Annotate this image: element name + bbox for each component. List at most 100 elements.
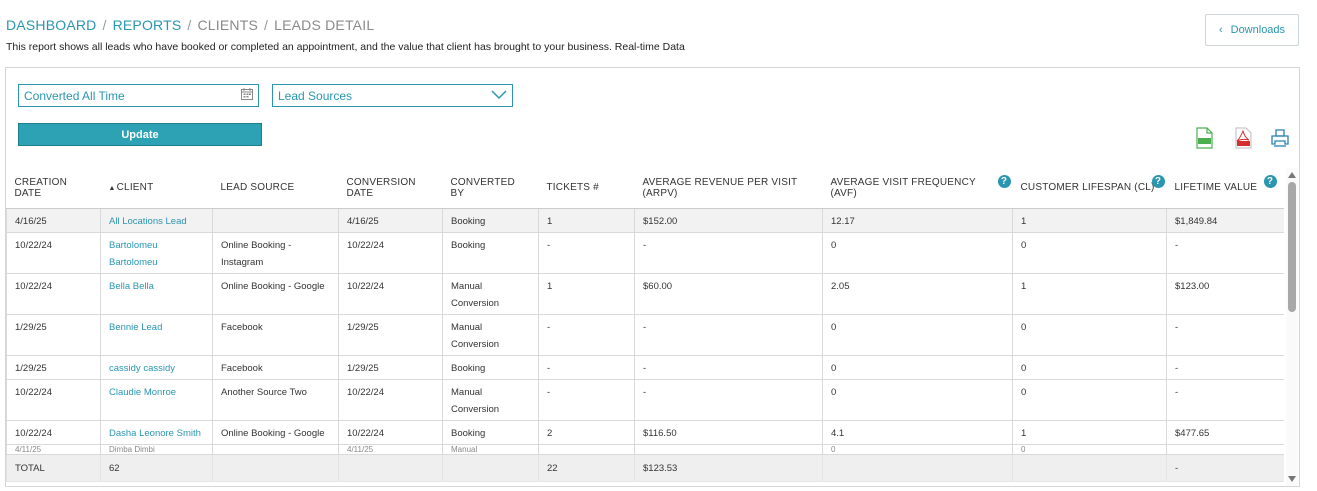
lead-source-cell: Online Booking - Google [212,420,339,445]
client-link[interactable]: Dasha Leonore Smith [100,420,213,445]
breadcrumb: DASHBOARD / REPORTS / CLIENTS / LEADS DETAIL [6,17,374,33]
client-link[interactable]: Dimba Dimbi [100,444,213,455]
cl-cell: 1 [1012,273,1167,315]
lead-source-cell: Facebook [212,314,339,356]
tickets-cell [538,444,635,455]
tickets-cell: 2 [538,420,635,445]
table-row: 4/11/25 Dimba Dimbi 4/11/25 Manual 0 0 [6,444,1284,455]
help-icon[interactable]: ? [1263,175,1277,188]
column-header-lead-source[interactable]: LEAD SOURCE [212,167,339,209]
scrollbar-thumb[interactable] [1288,182,1296,312]
conversion-date-cell: 10/22/24 [338,420,443,445]
creation-date-cell: 1/29/25 [6,355,101,380]
breadcrumb-clients[interactable]: CLIENTS [198,17,259,33]
tickets-cell: - [538,379,635,421]
cl-cell: 0 [1012,379,1167,421]
column-header-conversion-date[interactable]: CONVERSION DATE [338,167,443,209]
creation-date-cell: 10/22/24 [6,232,101,274]
date-range-value: Converted All Time [24,88,125,103]
avf-cell: 0 [822,314,1013,356]
tickets-cell: 1 [538,273,635,315]
column-header-converted-by[interactable]: CONVERTED BY [442,167,539,209]
table-row: 10/22/24 Bartolomeu Bartolomeu Online Bo… [6,232,1284,274]
client-link[interactable]: All Locations Lead [100,208,213,233]
lead-source-cell: Another Source Two [212,379,339,421]
lead-source-cell [212,208,339,233]
arpv-cell: - [634,379,823,421]
breadcrumb-dashboard[interactable]: DASHBOARD [6,17,96,33]
breadcrumb-separator: / [187,17,192,33]
client-link[interactable]: Bartolomeu Bartolomeu [100,232,213,274]
chevron-down-icon [491,88,507,103]
chevron-left-icon: ‹ [1218,24,1223,36]
arpv-cell: - [634,314,823,356]
print-icon[interactable] [1270,127,1290,149]
ltv-cell: $1,849.84 [1166,208,1284,233]
lead-source-cell: Online Booking - Google [212,273,339,315]
sort-up-icon: ▲ [108,185,116,192]
table-row: 4/16/25 All Locations Lead 4/16/25 Booki… [6,208,1284,233]
conversion-date-cell: 10/22/24 [338,232,443,274]
breadcrumb-separator: / [264,17,269,33]
cl-cell: 1 [1012,420,1167,445]
update-button[interactable]: Update [18,123,262,146]
column-header-avf[interactable]: AVERAGE VISIT FREQUENCY (AVF)? [822,167,1013,209]
arpv-cell: - [634,355,823,380]
tickets-cell: - [538,355,635,380]
conversion-date-cell: 4/16/25 [338,208,443,233]
help-icon[interactable]: ? [1151,175,1165,188]
converted-by-cell: Booking [442,232,539,274]
creation-date-cell: 10/22/24 [6,379,101,421]
table-scrollbar[interactable] [1286,168,1298,486]
table-row: 10/22/24 Claudie Monroe Another Source T… [6,379,1284,421]
column-header-ltv[interactable]: LIFETIME VALUE? [1166,167,1284,209]
avf-cell: 2.05 [822,273,1013,315]
table-row: 10/22/24 Bella Bella Online Booking - Go… [6,273,1284,315]
client-link[interactable]: Bella Bella [100,273,213,315]
arpv-cell: $116.50 [634,420,823,445]
breadcrumb-leads-detail: LEADS DETAIL [274,17,375,33]
lead-sources-select[interactable]: Lead Sources [272,84,513,107]
lead-source-cell [212,444,339,455]
client-link[interactable]: Bennie Lead [100,314,213,356]
column-header-client[interactable]: ▲CLIENT [100,167,213,209]
help-icon[interactable]: ? [997,175,1011,188]
downloads-label: Downloads [1230,24,1286,36]
date-range-select[interactable]: Converted All Time [18,84,259,107]
breadcrumb-separator: / [102,17,107,33]
leads-table: CREATION DATE ▲CLIENT LEAD SOURCE CONVER… [6,167,1284,487]
tickets-cell: 1 [538,208,635,233]
column-header-cl[interactable]: CUSTOMER LIFESPAN (CL)? [1012,167,1167,209]
total-arpv: $123.53 [634,454,823,482]
ltv-cell: - [1166,232,1284,274]
breadcrumb-reports[interactable]: REPORTS [113,17,182,33]
ltv-cell: $123.00 [1166,273,1284,315]
column-header-arpv[interactable]: AVERAGE REVENUE PER VISIT (ARPV) [634,167,823,209]
scroll-up-arrow-icon[interactable] [1288,172,1296,178]
converted-by-cell: Manual Conversion [442,379,539,421]
table-row: 1/29/25 Bennie Lead Facebook 1/29/25 Man… [6,314,1284,356]
creation-date-cell: 10/22/24 [6,420,101,445]
csv-icon[interactable] [1194,127,1214,149]
client-link[interactable]: Claudie Monroe [100,379,213,421]
converted-by-cell: Booking [442,355,539,380]
creation-date-cell: 4/16/25 [6,208,101,233]
cl-cell: 1 [1012,208,1167,233]
column-header-tickets[interactable]: TICKETS # [538,167,635,209]
column-header-creation-date[interactable]: CREATION DATE [6,167,101,209]
downloads-button[interactable]: ‹ Downloads [1205,14,1299,46]
ltv-cell: - [1166,355,1284,380]
calendar-icon [241,88,253,103]
conversion-date-cell: 1/29/25 [338,355,443,380]
scroll-down-arrow-icon[interactable] [1288,476,1296,482]
arpv-cell [634,444,823,455]
table-row: 1/29/25 cassidy cassidy Facebook 1/29/25… [6,355,1284,380]
conversion-date-cell: 10/22/24 [338,273,443,315]
converted-by-cell: Manual Conversion [442,273,539,315]
arpv-cell: - [634,232,823,274]
avf-cell: 0 [822,232,1013,274]
converted-by-cell: Manual [442,444,539,455]
conversion-date-cell: 4/11/25 [338,444,443,455]
pdf-icon[interactable] [1233,127,1253,149]
client-link[interactable]: cassidy cassidy [100,355,213,380]
